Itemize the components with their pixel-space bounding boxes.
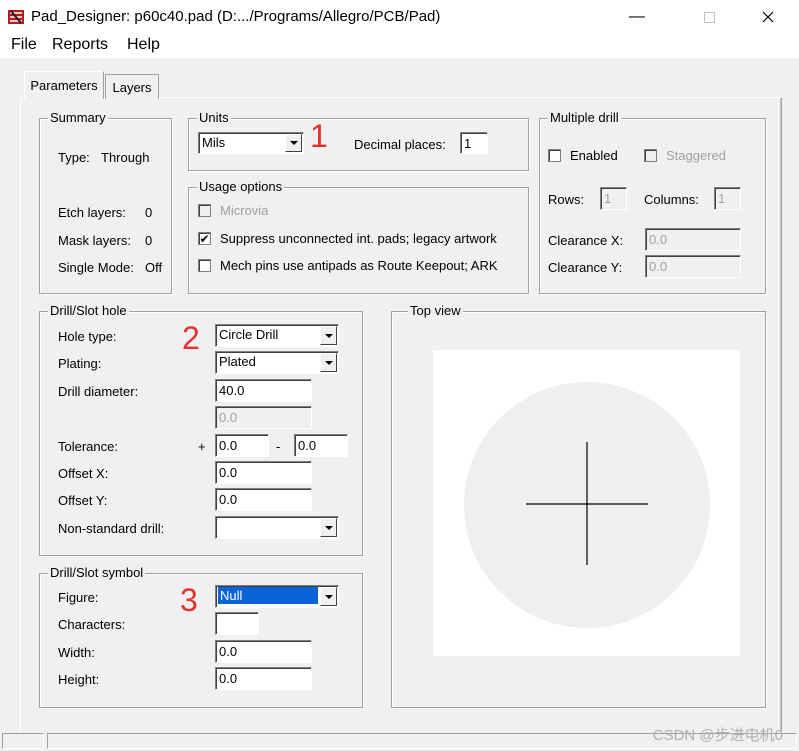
suppress-checkbox[interactable]: ✔ xyxy=(198,232,211,245)
enabled-checkbox[interactable] xyxy=(548,149,561,162)
offset-y-label: Offset Y: xyxy=(58,493,108,508)
rows-label: Rows: xyxy=(548,192,585,207)
single-mode-value: Off xyxy=(145,260,163,275)
microvia-checkbox[interactable] xyxy=(198,204,211,217)
top-view-canvas xyxy=(433,350,740,656)
dropdown-arrow-icon[interactable] xyxy=(320,353,337,372)
rows-input[interactable]: 1 xyxy=(600,187,627,210)
dropdown-arrow-icon[interactable] xyxy=(320,518,337,537)
type-value: Through xyxy=(101,150,150,165)
dropdown-arrow-icon[interactable] xyxy=(285,134,302,152)
annotation-2: 2 xyxy=(182,320,200,356)
type-label: Type: xyxy=(58,150,90,165)
window-title: Pad_Designer: p60c40.pad (D:.../Programs… xyxy=(31,8,441,25)
figure-selected: Null xyxy=(218,587,318,604)
tolerance-plus-input[interactable]: 0.0 xyxy=(215,434,269,457)
decimal-places-label: Decimal places: xyxy=(354,137,446,152)
tab-parameters[interactable]: Parameters xyxy=(24,71,104,99)
single-mode-label: Single Mode: xyxy=(58,260,134,275)
height-label: Height: xyxy=(58,672,100,687)
clearance-y-input[interactable]: 0.0 xyxy=(645,255,741,278)
staggered-label: Staggered xyxy=(666,148,726,163)
tolerance-plus-sign: + xyxy=(198,439,206,454)
hole-type-selected: Circle Drill xyxy=(219,327,279,342)
top-view-title: Top view xyxy=(408,303,463,318)
maximize-icon xyxy=(703,11,715,23)
clearance-y-label: Clearance Y: xyxy=(548,260,623,275)
checkmark-icon: ✔ xyxy=(199,231,210,246)
figure-select[interactable]: Null xyxy=(215,585,339,608)
tab-layers[interactable]: Layers xyxy=(105,74,159,99)
plating-select[interactable]: Plated xyxy=(215,351,339,374)
offset-x-label: Offset X: xyxy=(58,466,109,481)
figure-label: Figure: xyxy=(58,590,99,605)
characters-label: Characters: xyxy=(58,617,126,632)
plating-label: Plating: xyxy=(58,356,102,371)
menu-bar xyxy=(0,34,799,58)
units-selected: Mils xyxy=(202,135,226,150)
microvia-label: Microvia xyxy=(220,203,269,218)
summary-title: Summary xyxy=(48,110,108,125)
columns-label: Columns: xyxy=(644,192,699,207)
offset-x-input[interactable]: 0.0 xyxy=(215,461,312,484)
dropdown-arrow-icon[interactable] xyxy=(320,326,337,345)
maximize-button[interactable] xyxy=(686,0,732,34)
close-button[interactable] xyxy=(745,0,791,34)
suppress-label: Suppress unconnected int. pads; legacy a… xyxy=(220,231,497,246)
non-standard-drill-label: Non-standard drill: xyxy=(58,521,165,536)
units-select[interactable]: Mils xyxy=(198,132,304,154)
drill-diameter-label: Drill diameter: xyxy=(58,384,139,399)
enabled-label: Enabled xyxy=(570,148,618,163)
status-pane-1 xyxy=(2,733,44,749)
clearance-x-label: Clearance X: xyxy=(548,233,624,248)
dropdown-arrow-icon[interactable] xyxy=(320,587,337,606)
non-standard-drill-select[interactable] xyxy=(215,516,339,539)
staggered-checkbox[interactable] xyxy=(644,149,657,162)
tolerance-minus-input[interactable]: 0.0 xyxy=(294,434,348,457)
close-icon xyxy=(762,11,774,23)
watermark: CSDN @步进电机0 xyxy=(652,727,783,744)
hole-type-select[interactable]: Circle Drill xyxy=(215,324,339,347)
clearance-x-input[interactable]: 0.0 xyxy=(645,228,741,251)
decimal-places-input[interactable]: 1 xyxy=(460,132,488,154)
height-input[interactable]: 0.0 xyxy=(215,667,312,690)
etch-layers-label: Etch layers: xyxy=(58,205,126,220)
mech-pins-label: Mech pins use antipads as Route Keepout;… xyxy=(220,258,498,273)
minimize-button[interactable]: — xyxy=(614,0,660,34)
tolerance-minus-sign: - xyxy=(276,439,281,454)
menu-help[interactable]: Help xyxy=(127,36,160,54)
mask-layers-value: 0 xyxy=(145,233,153,248)
minimize-icon: — xyxy=(629,8,645,25)
drill-symbol-title: Drill/Slot symbol xyxy=(48,565,146,580)
etch-layers-value: 0 xyxy=(145,205,153,220)
units-title: Units xyxy=(197,110,231,125)
width-label: Width: xyxy=(58,645,95,660)
mech-pins-checkbox[interactable] xyxy=(198,259,211,272)
width-input[interactable]: 0.0 xyxy=(215,640,312,663)
menu-reports[interactable]: Reports xyxy=(52,36,108,54)
drill-hole-title: Drill/Slot hole xyxy=(48,303,129,318)
drill-secondary-input[interactable]: 0.0 xyxy=(215,406,312,429)
columns-input[interactable]: 1 xyxy=(714,187,741,210)
mask-layers-label: Mask layers: xyxy=(58,233,131,248)
menu-file[interactable]: File xyxy=(11,36,37,54)
annotation-3: 3 xyxy=(180,582,198,618)
plating-selected: Plated xyxy=(219,354,256,369)
drill-diameter-input[interactable]: 40.0 xyxy=(215,379,312,402)
tolerance-label: Tolerance: xyxy=(58,439,118,454)
usage-title: Usage options xyxy=(197,179,285,194)
multiple-drill-title: Multiple drill xyxy=(548,110,621,125)
app-icon xyxy=(7,8,25,26)
characters-input[interactable] xyxy=(215,612,259,635)
annotation-1: 1 xyxy=(310,118,328,154)
hole-type-label: Hole type: xyxy=(58,329,117,344)
offset-y-input[interactable]: 0.0 xyxy=(215,488,312,511)
